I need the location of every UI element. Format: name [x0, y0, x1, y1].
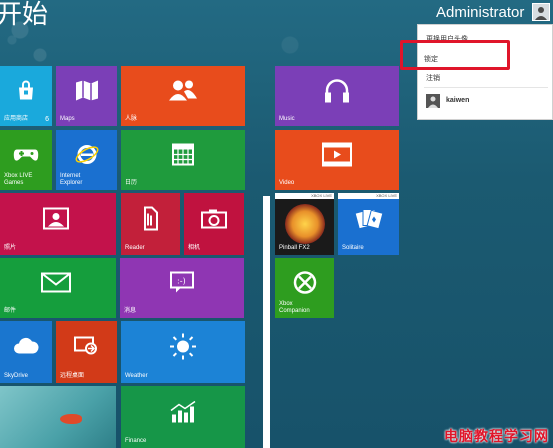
tile-people[interactable]: 人脉 [121, 66, 245, 126]
tile-mail[interactable]: 邮件 [0, 258, 116, 318]
tile-label: Music [279, 116, 295, 122]
desktop-tile[interactable] [0, 386, 116, 448]
tile-label: 照片 [4, 245, 17, 251]
tile-weather[interactable]: Weather [121, 321, 245, 383]
tile-label: Xbox Companion [279, 301, 310, 314]
sun-icon [169, 332, 197, 365]
lock-highlight-box [400, 40, 510, 70]
tile-label: Maps [60, 116, 75, 122]
game-controller-icon [13, 146, 39, 169]
site-watermark: 电脑教程学习网 [444, 428, 549, 444]
chart-up-icon [170, 400, 196, 427]
tile-finance[interactable]: Finance [121, 386, 245, 448]
tile-label: 相机 [188, 245, 201, 251]
tile-pinball-fx2[interactable]: XBOX LIVE Pinball FX2 [275, 193, 334, 255]
menu-separator [424, 87, 548, 88]
tile-store[interactable]: 应用商店 6 [0, 66, 52, 126]
tile-label: Video [279, 180, 295, 186]
tile-label: Solitaire [342, 245, 364, 251]
tile-maps[interactable]: Maps [56, 66, 117, 126]
tile-label: SkyDrive [4, 373, 29, 379]
map-icon [75, 80, 99, 107]
account-avatar-icon[interactable] [532, 3, 550, 21]
tile-internet-explorer[interactable]: Internet Explorer [56, 130, 117, 190]
headphones-icon [323, 78, 351, 109]
mail-icon [41, 272, 71, 298]
remote-desktop-icon [73, 335, 100, 362]
tile-reader[interactable]: Reader [121, 193, 180, 255]
tile-label: Internet Explorer [60, 173, 83, 186]
camera-icon [201, 208, 227, 233]
tile-label: 消息 [124, 308, 137, 314]
photo-icon [43, 207, 69, 234]
play-icon [322, 142, 352, 172]
user-avatar-icon [426, 94, 440, 108]
tile-xbox-companion[interactable]: Xbox Companion [275, 258, 334, 318]
start-screen: 开始 Administrator 应用商店 6 Xbox LIVE Games … [0, 0, 553, 448]
ie-logo-icon [74, 142, 100, 173]
start-title: 开始 [0, 0, 49, 29]
cards-icon [354, 206, 384, 235]
fish-icon [60, 414, 82, 424]
tile-remote-desktop[interactable]: 远程桌面 [56, 321, 117, 383]
tile-label: 人脉 [125, 116, 138, 122]
tile-label: Finance [125, 438, 147, 444]
tile-label: Xbox LIVE Games [4, 173, 33, 186]
cloud-icon [12, 337, 40, 360]
calendar-icon [172, 143, 194, 171]
reader-icon [142, 205, 160, 236]
chat-bubble-icon: :-) [169, 271, 195, 300]
svg-text::-): :-) [177, 277, 186, 286]
tile-label: Pinball FX2 [279, 245, 310, 251]
menu-item-switch-user[interactable]: kaiwen [446, 97, 469, 104]
tile-label: 日历 [125, 180, 138, 186]
tile-label: Reader [125, 245, 145, 251]
tile-music[interactable]: Music [275, 66, 399, 126]
tile-calendar[interactable]: 日历 [121, 130, 245, 190]
tile-xbox-live-games[interactable]: Xbox LIVE Games [0, 130, 52, 190]
tile-camera[interactable]: 相机 [184, 193, 244, 255]
group-divider [263, 196, 270, 448]
tile-label: 应用商店 [4, 116, 29, 122]
pinball-art-icon [284, 204, 325, 244]
tile-label: Weather [125, 373, 148, 379]
xbox-logo-icon [293, 271, 317, 300]
account-name[interactable]: Administrator [436, 4, 524, 21]
xbox-live-bar: XBOX LIVE [338, 193, 399, 199]
tile-label: 远程桌面 [60, 373, 85, 379]
tile-badge: 6 [45, 116, 49, 123]
tile-messaging[interactable]: :-) 消息 [120, 258, 244, 318]
xbox-live-bar: XBOX LIVE [275, 193, 334, 199]
tile-solitaire[interactable]: XBOX LIVE Solitaire [338, 193, 399, 255]
people-icon [168, 80, 198, 107]
shopping-bag-icon [15, 80, 37, 107]
menu-item-sign-out[interactable]: 注销 [426, 73, 440, 83]
tile-skydrive[interactable]: SkyDrive [0, 321, 52, 383]
tile-label: 邮件 [4, 308, 17, 314]
tile-photos[interactable]: 照片 [0, 193, 116, 255]
tile-video[interactable]: Video [275, 130, 399, 190]
user-menu: 更换用户头像 锁定 注销 kaiwen [417, 24, 553, 120]
